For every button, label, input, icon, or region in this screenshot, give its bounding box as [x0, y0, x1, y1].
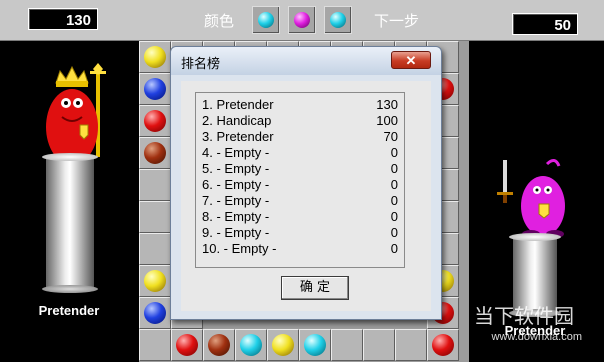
- ball[interactable]: [208, 334, 230, 356]
- left-pedestal: [42, 153, 98, 293]
- board-cell[interactable]: [139, 329, 171, 361]
- close-button[interactable]: ✕: [391, 51, 431, 69]
- player-name: 5. - Empty -: [202, 161, 270, 176]
- player-score: 0: [390, 209, 398, 224]
- ball[interactable]: [144, 78, 166, 100]
- next-ball: [330, 12, 346, 28]
- ranking-dialog: 排名榜 ✕ 1. Pretender 130 2. Handicap 100 3…: [170, 46, 442, 320]
- ranking-row: 8. - Empty - 0: [196, 209, 404, 225]
- board-cell[interactable]: [139, 105, 171, 137]
- player-score: 0: [390, 177, 398, 192]
- ranking-row: 9. - Empty - 0: [196, 225, 404, 241]
- score-right-display: 50: [512, 13, 578, 35]
- board-cell[interactable]: [139, 41, 171, 73]
- next-color-slot-2: [288, 6, 316, 34]
- player-name: 4. - Empty -: [202, 145, 270, 160]
- player-score: 0: [390, 225, 398, 240]
- ball[interactable]: [304, 334, 326, 356]
- dialog-title: 排名榜: [181, 57, 221, 72]
- ball[interactable]: [432, 334, 454, 356]
- next-ball: [258, 12, 274, 28]
- ranking-row: 7. - Empty - 0: [196, 193, 404, 209]
- board-cell[interactable]: [139, 297, 171, 329]
- dialog-titlebar[interactable]: 排名榜 ✕: [171, 47, 441, 75]
- player-name: 8. - Empty -: [202, 209, 270, 224]
- board-cell[interactable]: [139, 73, 171, 105]
- next-color-slot-1: [252, 6, 280, 34]
- ball[interactable]: [144, 46, 166, 68]
- ranking-row: 10. - Empty - 0: [196, 241, 404, 257]
- player-score: 0: [390, 193, 398, 208]
- ball[interactable]: [144, 302, 166, 324]
- player-name: 9. - Empty -: [202, 225, 270, 240]
- score-left-display: 130: [28, 8, 98, 30]
- player-score: 130: [376, 97, 398, 112]
- board-cell[interactable]: [395, 329, 427, 361]
- next-ball: [294, 12, 310, 28]
- ranking-row: 3. Pretender 70: [196, 129, 404, 145]
- left-player-panel: Pretender: [0, 41, 139, 362]
- board-cell[interactable]: [139, 137, 171, 169]
- watermark-url: www.downxia.com: [491, 331, 582, 343]
- board-cell[interactable]: [139, 233, 171, 265]
- player-score: 70: [383, 129, 398, 144]
- ball[interactable]: [144, 110, 166, 132]
- board-cell[interactable]: [331, 329, 363, 361]
- player-name: 10. - Empty -: [202, 241, 277, 256]
- player-name: 7. - Empty -: [202, 193, 270, 208]
- ball[interactable]: [272, 334, 294, 356]
- player-score: 0: [390, 241, 398, 256]
- ranking-row: 2. Handicap 100: [196, 113, 404, 129]
- ball[interactable]: [240, 334, 262, 356]
- player-name: 1. Pretender: [202, 97, 274, 112]
- board-cell[interactable]: [267, 329, 299, 361]
- board-cell[interactable]: [203, 329, 235, 361]
- ranking-row: 5. - Empty - 0: [196, 161, 404, 177]
- player-score: 0: [390, 145, 398, 160]
- next-color-slot-3: [324, 6, 352, 34]
- board-cell[interactable]: [171, 329, 203, 361]
- left-player-name: Pretender: [38, 303, 100, 318]
- player-score: 0: [390, 161, 398, 176]
- ok-button[interactable]: 确 定: [281, 276, 349, 300]
- ball[interactable]: [176, 334, 198, 356]
- player-score: 100: [376, 113, 398, 128]
- player-name: 2. Handicap: [202, 113, 272, 128]
- next-step-label: 下一步: [374, 12, 420, 30]
- ranking-row: 1. Pretender 130: [196, 97, 404, 113]
- board-cell[interactable]: [235, 329, 267, 361]
- ball[interactable]: [144, 270, 166, 292]
- watermark-logo-text: 当下软件园: [474, 304, 574, 328]
- player-name: 6. - Empty -: [202, 177, 270, 192]
- board-cell[interactable]: [139, 265, 171, 297]
- ranking-row: 4. - Empty - 0: [196, 145, 404, 161]
- board-cell[interactable]: [363, 329, 395, 361]
- board-cell[interactable]: [299, 329, 331, 361]
- ranking-list: 1. Pretender 130 2. Handicap 100 3. Pret…: [195, 92, 405, 268]
- top-bar: 130 颜色 下一步 50: [0, 0, 604, 41]
- ball[interactable]: [144, 142, 166, 164]
- ranking-row: 6. - Empty - 0: [196, 177, 404, 193]
- player-name: 3. Pretender: [202, 129, 274, 144]
- board-cell[interactable]: [139, 201, 171, 233]
- board-cell[interactable]: [427, 329, 459, 361]
- board-cell[interactable]: [139, 169, 171, 201]
- color-label: 颜色: [204, 12, 235, 30]
